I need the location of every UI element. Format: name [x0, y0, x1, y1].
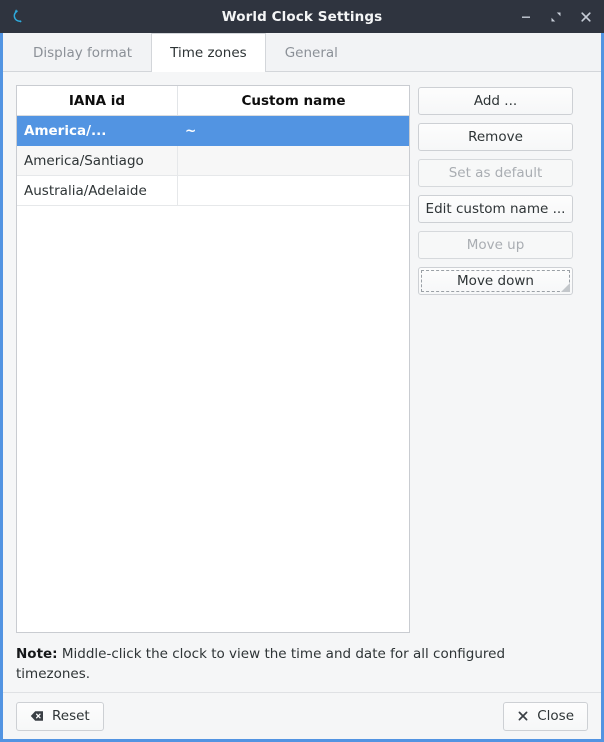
remove-button[interactable]: Remove	[418, 123, 573, 151]
cell-iana-id: America/...	[17, 115, 178, 146]
move-down-label: Move down	[457, 273, 534, 289]
table-empty-area	[17, 206, 409, 632]
note-text: Note: Middle-click the clock to view the…	[16, 645, 516, 684]
move-down-button[interactable]: Move down	[418, 267, 573, 295]
move-up-button: Move up	[418, 231, 573, 259]
tab-display-format[interactable]: Display format	[14, 33, 151, 71]
timezone-table[interactable]: IANA id Custom name America/... ~ Americ…	[16, 85, 410, 633]
reset-label: Reset	[52, 708, 90, 724]
cell-iana-id: Australia/Adelaide	[17, 175, 178, 206]
cell-custom-name: ~	[177, 115, 409, 146]
tab-time-zones[interactable]: Time zones	[151, 33, 266, 72]
cell-custom-name	[177, 175, 409, 206]
note-label: Note:	[16, 646, 58, 662]
cell-custom-name	[177, 145, 409, 176]
set-as-default-button: Set as default	[418, 159, 573, 187]
close-button[interactable]: Close	[503, 701, 588, 731]
maximize-icon[interactable]	[548, 9, 564, 25]
title-bar[interactable]: World Clock Settings	[0, 0, 604, 33]
column-header-custom-name[interactable]: Custom name	[177, 86, 409, 116]
timezone-actions: Add ... Remove Set as default Edit custo…	[418, 85, 573, 633]
add-button[interactable]: Add ...	[418, 87, 573, 115]
cell-iana-id: America/Santiago	[17, 145, 178, 176]
clock-refresh-icon	[6, 1, 36, 33]
note-body: Middle-click the clock to view the time …	[16, 646, 506, 682]
edit-custom-name-button[interactable]: Edit custom name ...	[418, 195, 573, 223]
undo-reset-icon	[30, 709, 44, 723]
window-controls	[518, 9, 604, 25]
close-label: Close	[537, 708, 574, 724]
table-row[interactable]: Australia/Adelaide	[17, 175, 409, 206]
timezones-panel: IANA id Custom name America/... ~ Americ…	[16, 85, 588, 633]
table-row[interactable]: America/Santiago	[17, 145, 409, 176]
tab-content-time-zones: IANA id Custom name America/... ~ Americ…	[3, 72, 601, 692]
table-header-row: IANA id Custom name	[17, 86, 409, 116]
resize-grip-icon	[561, 283, 570, 292]
close-icon[interactable]	[578, 9, 594, 25]
settings-window: World Clock Settings Display format Time…	[0, 0, 604, 742]
window-title: World Clock Settings	[221, 9, 383, 25]
tab-general[interactable]: General	[266, 33, 357, 71]
close-x-icon	[517, 710, 529, 722]
table-row[interactable]: America/... ~	[17, 115, 409, 146]
reset-button[interactable]: Reset	[16, 701, 104, 731]
tab-bar: Display format Time zones General	[3, 33, 601, 72]
dialog-action-bar: Reset Close	[3, 692, 601, 739]
column-header-iana-id[interactable]: IANA id	[17, 86, 178, 116]
minimize-icon[interactable]	[518, 9, 534, 25]
